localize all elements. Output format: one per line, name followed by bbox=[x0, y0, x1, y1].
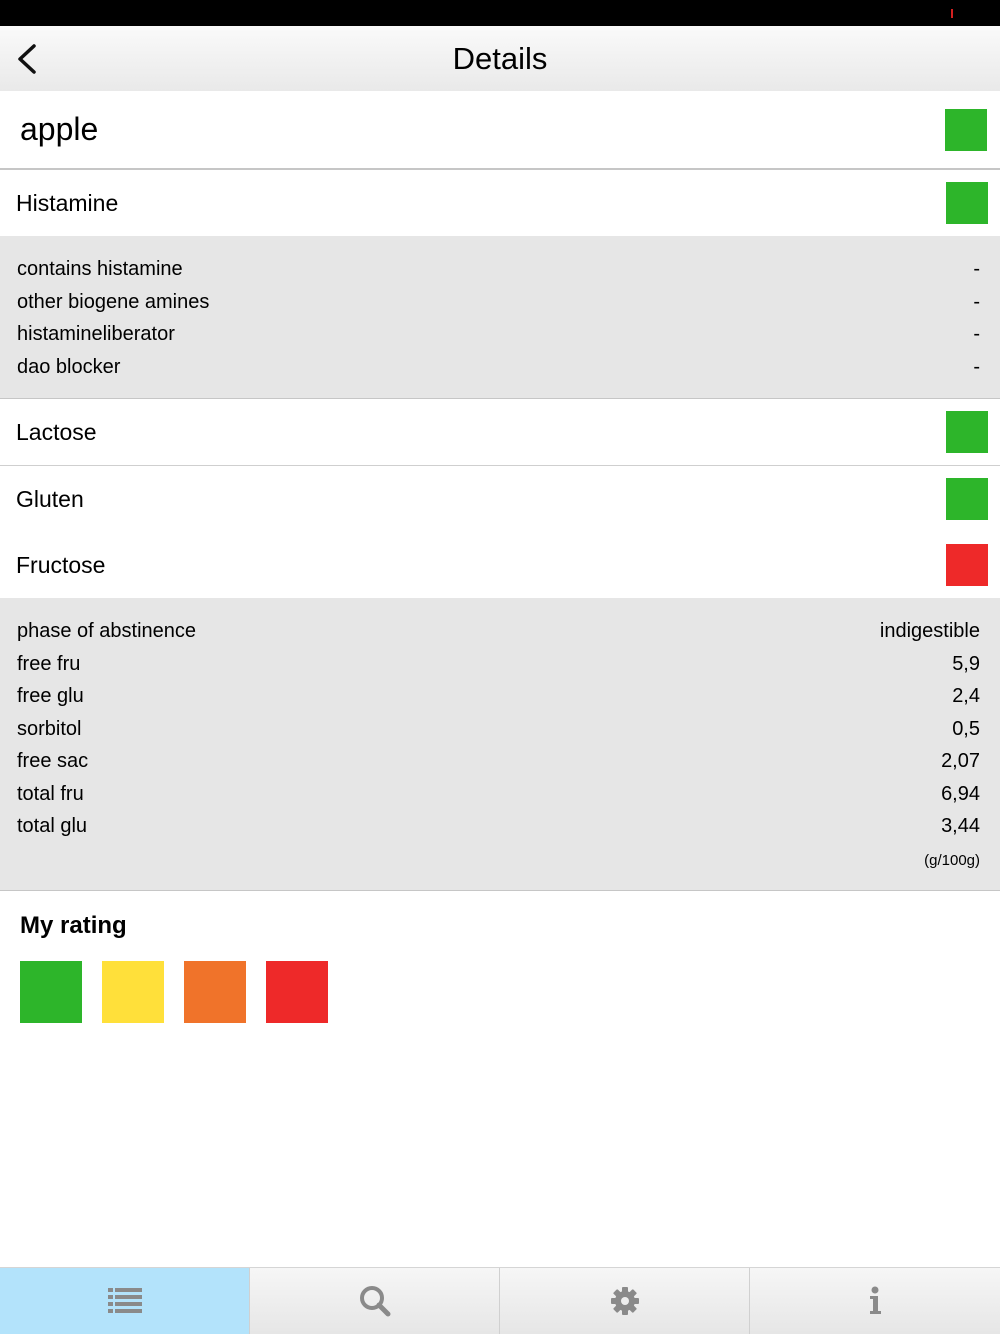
navigation-bar: Details bbox=[0, 26, 1000, 92]
tab-search[interactable] bbox=[250, 1268, 500, 1334]
detail-row: free sac 2,07 bbox=[0, 746, 1000, 776]
detail-label: total glu bbox=[17, 815, 88, 837]
detail-row: other biogene amines - bbox=[0, 287, 1000, 317]
detail-row: dao blocker - bbox=[0, 352, 1000, 382]
detail-row: histamineliberator - bbox=[0, 319, 1000, 349]
category-label: Fructose bbox=[16, 552, 106, 578]
category-label: Gluten bbox=[16, 486, 84, 512]
status-bar bbox=[0, 0, 1000, 26]
rating-option-yellow[interactable] bbox=[102, 961, 164, 1023]
info-icon bbox=[870, 1286, 881, 1314]
detail-label: other biogene amines bbox=[17, 291, 210, 313]
tab-list[interactable] bbox=[0, 1268, 250, 1334]
tab-info[interactable] bbox=[750, 1268, 999, 1334]
category-row-lactose[interactable]: Lactose bbox=[0, 399, 1000, 466]
detail-row: free fru 5,9 bbox=[0, 649, 1000, 679]
detail-value: - bbox=[973, 258, 980, 280]
detail-label: histamineliberator bbox=[17, 323, 175, 345]
detail-value: 6,94 bbox=[941, 783, 980, 805]
detail-value: - bbox=[973, 356, 980, 378]
detail-value: indigestible bbox=[879, 620, 980, 642]
category-status-swatch bbox=[946, 411, 988, 453]
food-name: apple bbox=[20, 111, 99, 147]
category-status-swatch bbox=[946, 478, 988, 520]
detail-label: sorbitol bbox=[17, 718, 82, 740]
search-icon bbox=[360, 1286, 391, 1317]
list-icon bbox=[108, 1288, 142, 1313]
category-label: Lactose bbox=[16, 419, 97, 445]
category-row-histamine[interactable]: Histamine bbox=[0, 170, 1000, 236]
detail-label: dao blocker bbox=[17, 356, 121, 378]
rating-option-red[interactable] bbox=[266, 961, 328, 1023]
food-status-swatch bbox=[945, 109, 987, 151]
detail-value: 2,07 bbox=[941, 750, 980, 772]
category-status-swatch bbox=[946, 544, 988, 586]
detail-value: 2,4 bbox=[952, 685, 980, 707]
histamine-details: contains histamine - other biogene amine… bbox=[0, 236, 1000, 399]
detail-value: 3,44 bbox=[941, 815, 980, 837]
detail-label: free glu bbox=[17, 685, 84, 707]
tab-bar bbox=[0, 1267, 1000, 1334]
category-label: Histamine bbox=[16, 190, 119, 216]
page-title: Details bbox=[452, 41, 548, 76]
rating-title: My rating bbox=[20, 912, 127, 939]
detail-row: total glu 3,44 bbox=[0, 811, 1000, 841]
detail-label: contains histamine bbox=[17, 258, 183, 280]
tab-settings[interactable] bbox=[500, 1268, 750, 1334]
category-row-fructose[interactable]: Fructose bbox=[0, 532, 1000, 598]
detail-value: 0,5 bbox=[952, 718, 980, 740]
detail-row: sorbitol 0,5 bbox=[0, 714, 1000, 744]
detail-row: contains histamine - bbox=[0, 254, 1000, 284]
category-status-swatch bbox=[946, 182, 988, 224]
detail-row: total fru 6,94 bbox=[0, 779, 1000, 809]
fructose-details: phase of abstinence indigestible free fr… bbox=[0, 598, 1000, 891]
detail-value: - bbox=[973, 323, 980, 345]
gear-icon bbox=[611, 1287, 639, 1315]
detail-row: free glu 2,4 bbox=[0, 681, 1000, 711]
rating-option-green[interactable] bbox=[20, 961, 82, 1023]
detail-row: phase of abstinence indigestible bbox=[0, 616, 1000, 646]
detail-label: phase of abstinence bbox=[17, 620, 197, 642]
detail-value: 5,9 bbox=[952, 653, 980, 675]
detail-value: - bbox=[973, 291, 980, 313]
food-header-row: apple bbox=[0, 91, 1000, 170]
detail-label: total fru bbox=[17, 783, 84, 805]
rating-option-orange[interactable] bbox=[184, 961, 246, 1023]
category-row-gluten[interactable]: Gluten bbox=[0, 466, 1000, 533]
status-indicator bbox=[951, 9, 953, 18]
detail-label: free fru bbox=[17, 653, 81, 675]
detail-label: free sac bbox=[17, 750, 89, 772]
unit-note: (g/100g) bbox=[924, 852, 980, 869]
